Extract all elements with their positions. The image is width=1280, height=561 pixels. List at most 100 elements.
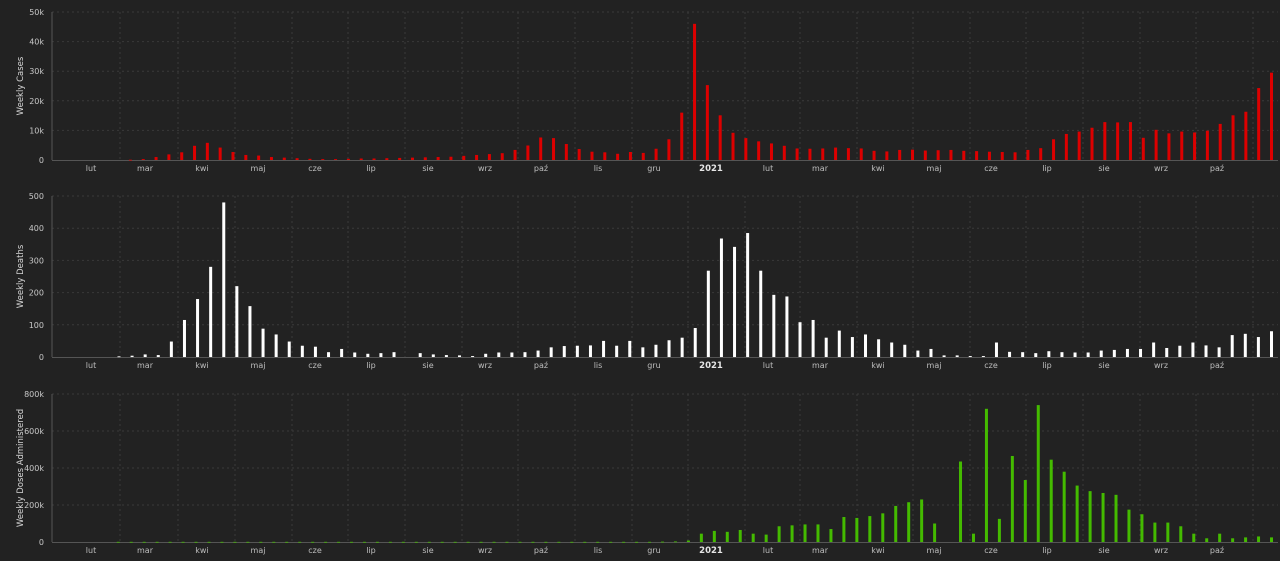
bar bbox=[564, 144, 568, 160]
bar bbox=[705, 85, 709, 160]
bar bbox=[311, 541, 315, 543]
bar bbox=[975, 151, 979, 160]
bar bbox=[401, 541, 405, 543]
bar bbox=[513, 149, 517, 160]
bar bbox=[440, 541, 444, 543]
y-tick-label: 30k bbox=[29, 67, 44, 76]
bar bbox=[1167, 133, 1171, 160]
x-tick-label: kwi bbox=[195, 361, 208, 370]
bar bbox=[1073, 352, 1077, 357]
bar bbox=[1139, 348, 1143, 357]
bar bbox=[155, 541, 159, 543]
bar bbox=[693, 328, 697, 357]
bar bbox=[518, 541, 522, 543]
bar bbox=[458, 355, 461, 357]
bar bbox=[1090, 127, 1094, 160]
x-tick-label: maj bbox=[251, 546, 266, 555]
bar bbox=[549, 347, 553, 357]
bar bbox=[257, 155, 261, 160]
bar bbox=[837, 330, 841, 357]
bar bbox=[269, 157, 273, 160]
x-tick-label: kwi bbox=[871, 361, 884, 370]
x-tick-label: mar bbox=[137, 546, 154, 555]
bar bbox=[1047, 351, 1051, 357]
x-tick-label: paź bbox=[1210, 361, 1224, 370]
bar bbox=[423, 157, 427, 160]
bar bbox=[129, 541, 133, 543]
bar bbox=[699, 533, 703, 542]
bar bbox=[575, 345, 579, 357]
x-tick-label: cze bbox=[308, 546, 322, 555]
bar bbox=[1257, 88, 1261, 160]
bar bbox=[641, 347, 645, 357]
y-tick-label: 0 bbox=[39, 156, 44, 165]
bar bbox=[1103, 122, 1107, 160]
x-tick-year-label: 2021 bbox=[699, 361, 723, 371]
x-tick-label: maj bbox=[927, 546, 942, 555]
bar bbox=[220, 541, 224, 543]
bar bbox=[116, 541, 120, 543]
x-tick-label: lut bbox=[763, 361, 773, 370]
x-tick-label: wrz bbox=[478, 361, 492, 370]
x-tick-label: lis bbox=[594, 361, 603, 370]
x-tick-label: lip bbox=[366, 361, 376, 370]
bar bbox=[526, 145, 530, 160]
bar bbox=[850, 337, 854, 357]
bar bbox=[881, 513, 885, 542]
bar bbox=[1243, 333, 1247, 357]
x-tick-label: paź bbox=[534, 361, 548, 370]
bar bbox=[1205, 130, 1209, 160]
bar bbox=[194, 541, 198, 543]
bar bbox=[1125, 348, 1129, 357]
x-tick-label: wrz bbox=[478, 164, 492, 173]
bar bbox=[1010, 455, 1014, 542]
x-tick-label: sie bbox=[422, 361, 433, 370]
x-tick-label: cze bbox=[984, 546, 998, 555]
bar bbox=[1165, 347, 1169, 357]
x-tick-label: cze bbox=[308, 361, 322, 370]
bar bbox=[449, 156, 453, 160]
bar bbox=[962, 150, 966, 160]
bar bbox=[641, 152, 645, 160]
bar bbox=[885, 151, 889, 160]
bar bbox=[130, 355, 134, 357]
bar bbox=[673, 541, 677, 543]
bar bbox=[1112, 349, 1116, 357]
x-tick-label: sie bbox=[422, 164, 433, 173]
bar bbox=[738, 529, 742, 542]
bar bbox=[324, 541, 328, 543]
bar bbox=[777, 526, 781, 542]
bar bbox=[552, 138, 556, 160]
bar bbox=[1039, 148, 1043, 160]
bar bbox=[466, 541, 470, 543]
bar bbox=[1026, 149, 1030, 160]
x-tick-label: gru bbox=[647, 361, 660, 370]
bar bbox=[562, 346, 566, 357]
bar bbox=[811, 319, 815, 357]
x-tick-label: lip bbox=[1042, 164, 1052, 173]
bar bbox=[981, 356, 985, 357]
x-tick-label: maj bbox=[927, 164, 942, 173]
y-tick-label: 200k bbox=[24, 501, 44, 510]
x-tick-label: lip bbox=[366, 546, 376, 555]
bar bbox=[497, 352, 501, 357]
bar bbox=[635, 541, 639, 543]
bar bbox=[180, 152, 184, 160]
bar bbox=[327, 352, 331, 357]
x-tick-label: maj bbox=[251, 361, 266, 370]
plot-area bbox=[52, 12, 1278, 160]
bar bbox=[388, 541, 392, 543]
bar bbox=[544, 541, 548, 543]
bar bbox=[769, 143, 773, 160]
bar bbox=[1179, 526, 1183, 542]
bar bbox=[1077, 131, 1081, 160]
x-tick-label: lip bbox=[366, 164, 376, 173]
bar bbox=[725, 531, 729, 542]
bar bbox=[731, 132, 735, 160]
bar bbox=[359, 158, 363, 160]
bar bbox=[1052, 139, 1056, 160]
bar bbox=[1075, 485, 1079, 542]
bar bbox=[609, 541, 613, 543]
x-tick-label: sie bbox=[422, 546, 433, 555]
bar bbox=[295, 158, 299, 160]
